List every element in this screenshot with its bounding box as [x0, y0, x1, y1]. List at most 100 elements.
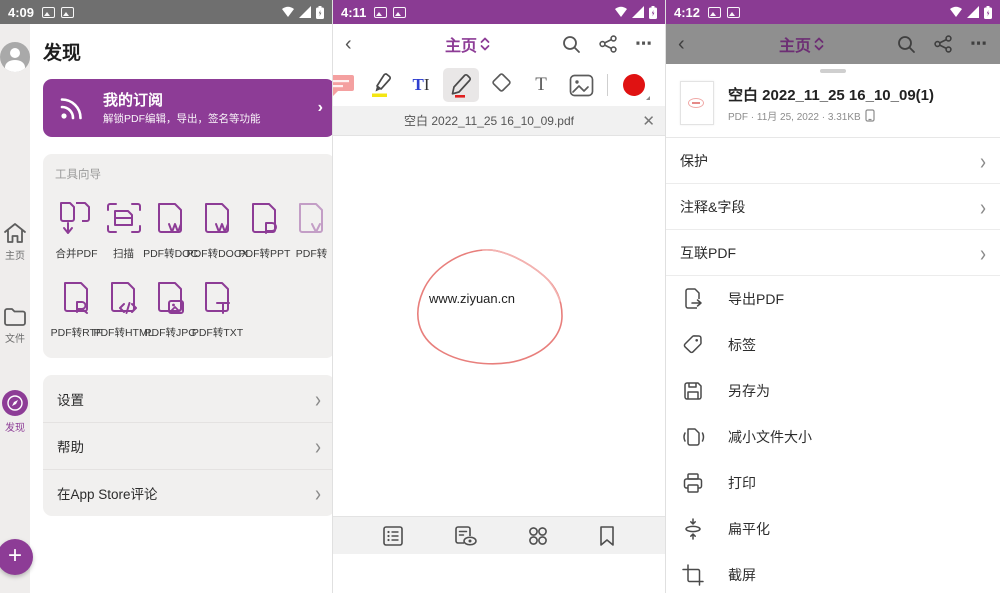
menu-item-connected-pdf[interactable]: 互联PDF › — [666, 230, 1000, 276]
menu-item-screenshot[interactable]: 截屏 — [666, 552, 1000, 593]
battery-icon — [649, 6, 657, 19]
page-title: 发现 — [43, 38, 333, 65]
battery-icon — [984, 6, 992, 19]
pdf-to-rtf-icon — [57, 279, 97, 317]
dropdown-corner-icon — [646, 96, 650, 100]
tool-pdf-to-ppt[interactable]: PDF转PPT — [241, 200, 288, 261]
tool-pdf-to-html[interactable]: PDF转HTML — [100, 279, 147, 340]
menu-item-print[interactable]: 打印 — [666, 460, 1000, 506]
more-options-button[interactable]: ⋯ — [635, 34, 653, 54]
document-options-sheet: 空白 2022_11_25 16_10_09(1) PDF · 11月 25, … — [666, 69, 1000, 593]
settings-card: 设置 › 帮助 › 在App Store评论 › — [43, 375, 333, 516]
sidebar-item-files[interactable]: 文件 — [3, 307, 27, 345]
pdf-canvas[interactable]: www.ziyuan.cn — [333, 136, 665, 554]
color-swatch-red[interactable] — [616, 68, 652, 102]
sidebar-item-discover[interactable]: 发现 — [2, 390, 28, 434]
text-insert-tool[interactable]: TI — [403, 68, 439, 102]
home-dropdown[interactable]: 主页 — [706, 32, 897, 56]
menu-item-tags[interactable]: 标签 — [666, 322, 1000, 368]
notification-app-icon — [727, 7, 740, 18]
pencil-tool-selected[interactable] — [443, 68, 479, 102]
sidebar-item-label: 发现 — [5, 419, 25, 434]
tool-pdf-to-more[interactable]: PDF转 — [288, 200, 333, 261]
tool-pdf-to-jpg[interactable]: PDF转JPG — [147, 279, 194, 340]
search-icon[interactable] — [562, 35, 581, 54]
eraser-tool[interactable] — [483, 68, 519, 102]
device-icon — [865, 109, 875, 122]
eraser-diamond-icon — [488, 73, 514, 97]
status-time: 4:09 — [8, 5, 34, 20]
chevron-right-icon: › — [315, 481, 321, 504]
menu-item-flatten[interactable]: 扁平化 — [666, 506, 1000, 552]
review-appstore-item[interactable]: 在App Store评论 › — [43, 469, 333, 516]
tools-section-title: 工具向导 — [55, 166, 333, 182]
status-time: 4:11 — [341, 5, 366, 20]
pdf-to-jpg-icon — [151, 279, 191, 317]
left-nav-rail: 主页 文件 发现 + — [0, 24, 30, 593]
document-title: 空白 2022_11_25 16_10_09(1) — [728, 84, 934, 105]
sort-chevrons-icon — [480, 37, 490, 51]
back-button[interactable]: ‹ — [678, 33, 706, 56]
image-icon — [569, 74, 594, 97]
menu-item-save-as[interactable]: 另存为 — [666, 368, 1000, 414]
chevron-right-icon: › — [980, 241, 986, 264]
chevron-right-icon: › — [315, 434, 321, 457]
outline-list-icon[interactable] — [382, 525, 404, 547]
signal-icon — [967, 6, 980, 18]
merge-pdf-icon — [57, 200, 97, 238]
share-icon[interactable] — [934, 35, 952, 53]
add-button[interactable]: + — [0, 539, 33, 575]
export-pdf-icon — [682, 288, 704, 310]
pdf-to-txt-icon — [198, 279, 238, 317]
document-info: 空白 2022_11_25 16_10_09(1) PDF · 11月 25, … — [666, 73, 1000, 137]
sidebar-item-label: 主页 — [5, 247, 25, 262]
settings-item[interactable]: 设置 › — [43, 375, 333, 422]
document-tab-title[interactable]: 空白 2022_11_25 16_10_09.pdf — [343, 112, 635, 129]
home-dropdown[interactable]: 主页 — [373, 32, 562, 56]
chevron-right-icon: › — [980, 195, 986, 218]
pdf-to-doc-icon — [151, 200, 191, 238]
chevron-right-icon: › — [315, 387, 321, 410]
sidebar-item-home[interactable]: 主页 — [3, 222, 27, 262]
pdf-editor-screen: 4:11 ‹ 主页 ⋯ TI — [333, 0, 666, 593]
menu-item-annotations-fields[interactable]: 注释&字段 › — [666, 184, 1000, 230]
tool-pdf-to-docx[interactable]: PDF转DOCX — [194, 200, 241, 261]
menu-item-protect[interactable]: 保护 › — [666, 138, 1000, 184]
image-tool[interactable] — [563, 68, 599, 102]
comment-tool[interactable] — [333, 68, 359, 102]
menu-item-reduce-file-size[interactable]: 减小文件大小 — [666, 414, 1000, 460]
status-bar: 4:12 — [666, 0, 1000, 24]
document-thumbnail — [680, 81, 714, 125]
highlighter-tool[interactable] — [363, 68, 399, 102]
tools-wizard-card: 工具向导 合并PDF — [43, 154, 333, 358]
avatar[interactable] — [0, 42, 30, 72]
close-tab-icon[interactable]: ✕ — [635, 112, 655, 130]
subscription-banner[interactable]: 我的订阅 解锁PDF编辑，导出，签名等功能 › — [43, 79, 333, 137]
flatten-icon — [682, 518, 704, 540]
view-settings-icon[interactable] — [453, 525, 477, 547]
more-options-button[interactable]: ⋯ — [970, 34, 988, 54]
editor-bottom-bar — [333, 516, 665, 554]
crop-screenshot-icon — [682, 564, 704, 586]
editor-navbar: ‹ 主页 ⋯ — [333, 24, 665, 64]
back-button[interactable]: ‹ — [345, 33, 373, 56]
tool-merge-pdf[interactable]: 合并PDF — [53, 200, 100, 261]
undo-button[interactable] — [656, 68, 666, 102]
help-item[interactable]: 帮助 › — [43, 422, 333, 469]
text-tool[interactable]: T — [523, 68, 559, 102]
share-icon[interactable] — [599, 35, 617, 53]
thumbnail-grid-icon[interactable] — [527, 525, 549, 547]
menu-item-export-pdf[interactable]: 导出PDF — [666, 276, 1000, 322]
comment-bubble-icon — [333, 72, 356, 98]
save-as-icon — [682, 380, 704, 402]
ink-annotation-circle — [333, 136, 666, 554]
tool-scan[interactable]: 扫描 — [100, 200, 147, 261]
status-bar: 4:09 — [0, 0, 332, 24]
search-icon[interactable] — [897, 35, 916, 54]
notification-app-icon — [61, 7, 74, 18]
annotation-toolbar: TI T — [333, 64, 665, 106]
bookmark-icon[interactable] — [598, 525, 616, 547]
status-bar: 4:11 — [333, 0, 665, 24]
discover-screen: 4:09 主页 文件 发 — [0, 0, 333, 593]
tool-pdf-to-txt[interactable]: PDF转TXT — [194, 279, 241, 340]
